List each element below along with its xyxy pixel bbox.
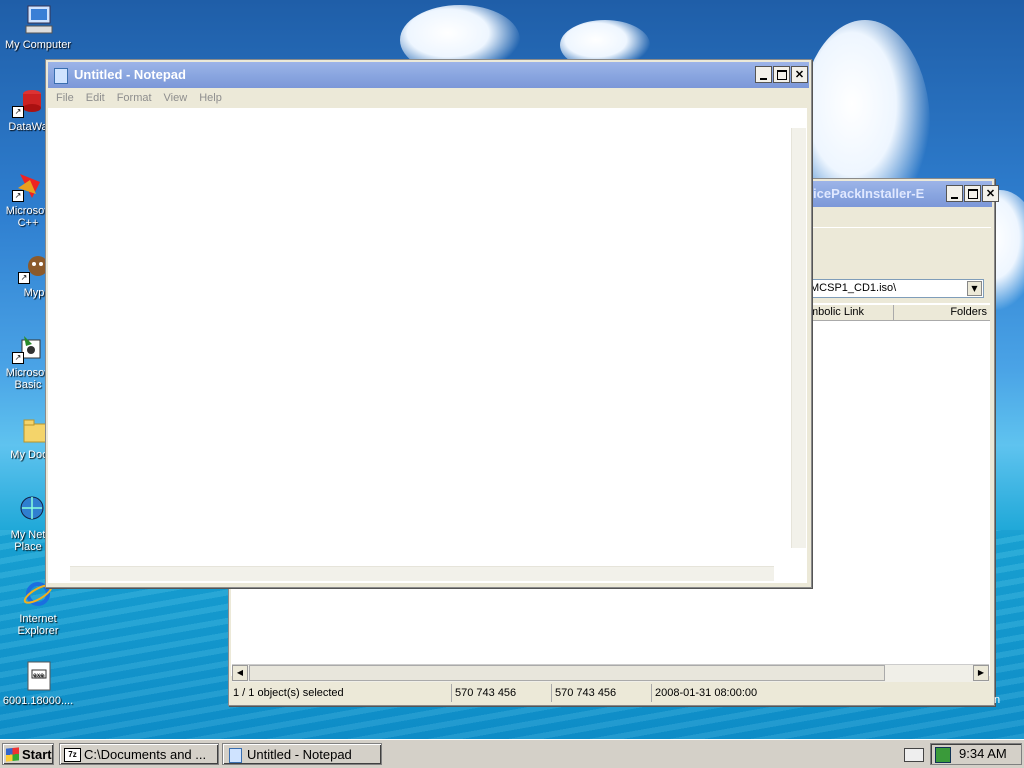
horizontal-scrollbar[interactable] [70,566,774,581]
7z-icon: 7z [64,748,81,762]
start-label: Start [22,747,52,762]
maximize-button[interactable] [773,66,790,83]
menu-view[interactable]: View [164,92,188,104]
scroll-right-button[interactable]: ▶ [973,665,989,681]
taskbar-button-label: C:\Documents and ... [84,747,207,762]
clock[interactable]: 9:34 AM [959,744,1007,764]
notepad-menu-bar: File Edit Format View Help [48,88,809,108]
network-icon[interactable] [935,747,951,763]
desktop-icon-label: 6001.18000.... [2,695,74,707]
explorer-menu-separator [809,227,991,228]
notepad-title: Untitled - Notepad [74,67,186,82]
keyboard-icon[interactable] [904,748,924,762]
explorer-edge-text: n [994,694,1001,706]
shortcut-arrow-icon: ↗ [12,190,24,202]
desktop-icon-label: My Computer [4,39,72,51]
close-button[interactable]: ✕ [791,66,808,83]
close-icon: ✕ [794,69,805,81]
menu-help[interactable]: Help [199,92,222,104]
system-tray: 9:34 AM [930,743,1022,765]
notepad-text-content [48,108,807,112]
menu-file[interactable]: File [56,92,74,104]
visual-cpp-icon: ↗ [12,170,44,202]
minimize-icon [951,197,958,199]
status-selection: 1 / 1 object(s) selected [233,684,452,702]
shortcut-arrow-icon: ↗ [18,272,30,284]
chevron-down-icon: ▼ [971,284,978,293]
notepad-text-area[interactable] [48,108,807,583]
computer-icon [22,4,54,36]
globe-network-icon [12,494,44,526]
shortcut-arrow-icon: ↗ [12,106,24,118]
maximize-icon [967,189,978,199]
notepad-icon [229,748,242,763]
status-size: 570 743 456 [455,684,552,702]
scroll-left-button[interactable]: ◀ [232,665,248,681]
minimize-button[interactable] [755,66,772,83]
notepad-app-icon [54,68,68,84]
minimize-icon [760,78,767,80]
status-date: 2008-01-31 08:00:00 [655,687,758,699]
taskbar-button-7zip[interactable]: 7z C:\Documents and ... [59,743,219,765]
desktop-icon-label: Internet Explorer [17,613,59,637]
horizontal-scrollbar[interactable]: ◀ ▶ [232,664,989,682]
dropdown-button[interactable]: ▼ [967,281,982,296]
maximize-button[interactable] [964,185,981,202]
arrow-right-icon: ▶ [977,668,985,677]
windows-logo-icon [6,747,19,762]
close-icon: ✕ [985,188,996,200]
explorer-title: icePackInstaller-E [813,186,925,201]
update-package-icon: exe [22,660,54,692]
status-packed-size: 570 743 456 [555,684,652,702]
maximize-icon [776,70,787,80]
database-icon: ↗ [12,86,44,118]
notepad-title-bar[interactable]: Untitled - Notepad ✕ [48,62,809,88]
menu-format[interactable]: Format [117,92,152,104]
taskbar-button-notepad[interactable]: Untitled - Notepad [222,743,382,765]
desktop-icon-my-computer[interactable]: My Computer [0,4,78,51]
visual-basic-icon: ↗ [12,332,44,364]
column-header-label: Folders [950,306,987,318]
vertical-scrollbar[interactable] [791,128,806,548]
close-button[interactable]: ✕ [982,185,999,202]
svg-text:exe: exe [33,672,44,679]
folder-icon [16,414,49,446]
status-bar: 1 / 1 object(s) selected 570 743 456 570… [231,684,990,702]
desktop-icon-msu-file[interactable]: exe 6001.18000.... [0,660,78,707]
column-header-label: mbolic Link [809,306,865,318]
address-value: MCSP1_CD1.iso\ [810,282,897,294]
scroll-thumb[interactable] [249,665,885,681]
column-header-symbolic-link[interactable]: mbolic Link [807,305,894,321]
address-dropdown[interactable]: MCSP1_CD1.iso\ ▼ [807,279,984,298]
start-button[interactable]: Start [2,743,54,765]
column-header-folders[interactable]: Folders [894,305,990,321]
taskbar-button-label: Untitled - Notepad [247,747,352,762]
notepad-window[interactable]: Untitled - Notepad ✕ File Edit Format View H… [45,59,812,588]
shortcut-arrow-icon: ↗ [12,352,24,364]
arrow-left-icon: ◀ [236,668,244,677]
minimize-button[interactable] [946,185,963,202]
menu-edit[interactable]: Edit [86,92,105,104]
taskbar: Start 7z C:\Documents and ... Untitled -… [0,739,1024,768]
